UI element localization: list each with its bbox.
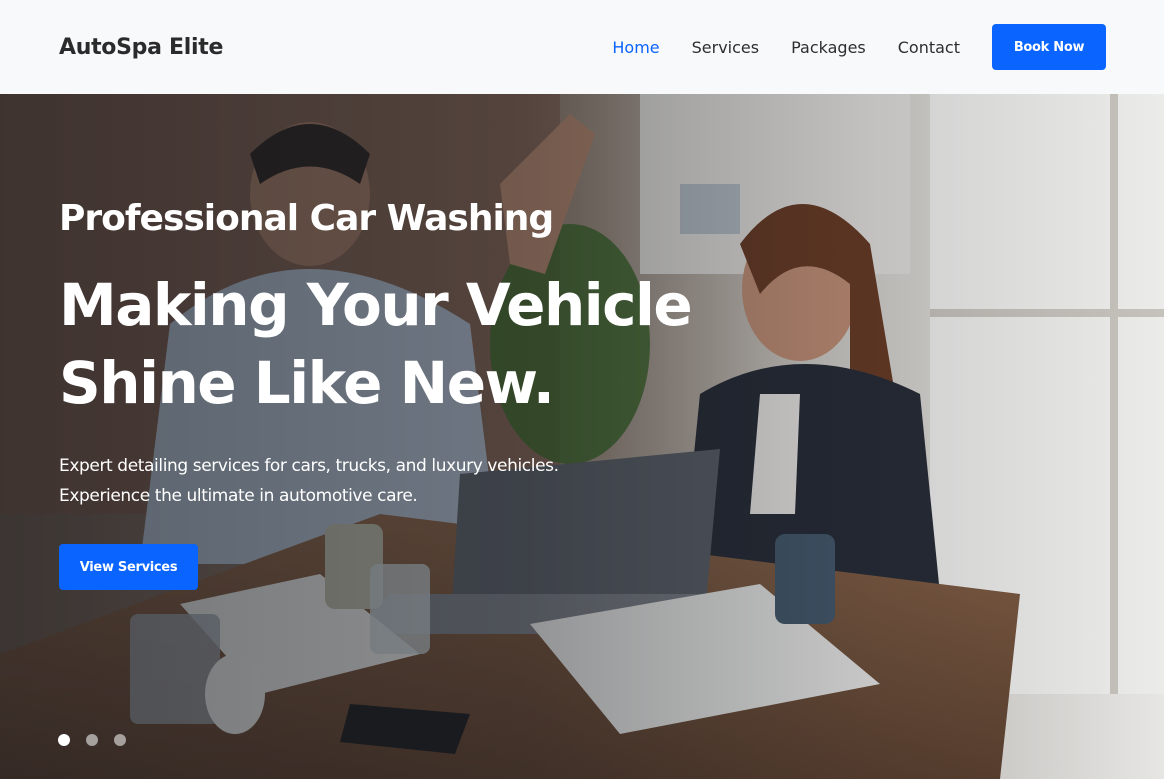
- hero-headline-line-2: Shine Like New.: [59, 349, 555, 417]
- nav-home[interactable]: Home: [612, 38, 659, 57]
- nav-packages[interactable]: Packages: [791, 38, 866, 57]
- view-services-button[interactable]: View Services: [59, 544, 198, 590]
- hero-subtext: Expert detailing services for cars, truc…: [59, 451, 699, 511]
- main-nav: Home Services Packages Contact Book Now: [580, 24, 1106, 70]
- hero-headline: Making Your Vehicle Shine Like New.: [59, 266, 799, 422]
- carousel-dot-1[interactable]: [58, 734, 70, 746]
- hero-section: Professional Car Washing Making Your Veh…: [0, 94, 1164, 779]
- hero-subtext-line-1: Expert detailing services for cars, truc…: [59, 456, 559, 476]
- carousel-dot-2[interactable]: [86, 734, 98, 746]
- hero-subtext-line-2: Experience the ultimate in automotive ca…: [59, 486, 418, 506]
- nav-contact[interactable]: Contact: [898, 38, 960, 57]
- hero-eyebrow: Professional Car Washing: [59, 198, 554, 239]
- site-header: AutoSpa Elite Home Services Packages Con…: [0, 0, 1164, 94]
- hero-headline-line-1: Making Your Vehicle: [59, 271, 693, 339]
- book-now-button[interactable]: Book Now: [992, 24, 1106, 70]
- nav-services[interactable]: Services: [692, 38, 759, 57]
- carousel-dot-3[interactable]: [114, 734, 126, 746]
- carousel-indicators: [58, 734, 142, 746]
- hero-dark-overlay: [0, 94, 1164, 779]
- brand-logo[interactable]: AutoSpa Elite: [59, 35, 223, 60]
